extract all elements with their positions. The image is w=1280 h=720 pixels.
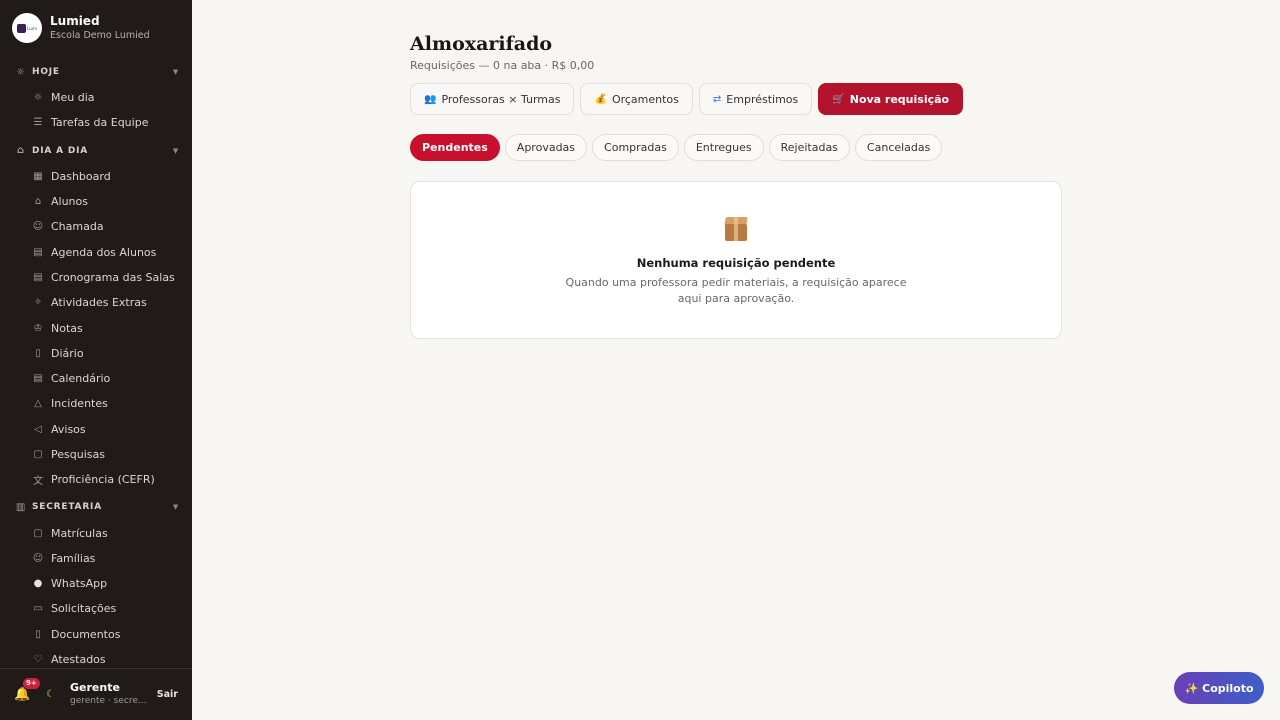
sidebar-item-calendario[interactable]: ▤ Calendário <box>0 366 192 391</box>
chevron-down-icon: ▼ <box>172 146 179 155</box>
sun-icon: ☼ <box>16 66 26 78</box>
sidebar: Lumi Lumied Escola Demo Lumied ☼ HOJE ▼ … <box>0 0 192 720</box>
sidebar-item-documentos[interactable]: ▯ Documentos <box>0 622 192 647</box>
notification-badge: 9+ <box>23 678 40 689</box>
section-hoje[interactable]: ☼ HOJE ▼ <box>0 59 192 85</box>
user-role: gerente · secre... <box>70 696 147 706</box>
sparkle-icon: ✨ <box>1184 681 1199 695</box>
award-icon: ♔ <box>33 322 43 334</box>
section-secretaria[interactable]: ▥ SECRETARIA ▼ <box>0 494 192 520</box>
user-name: Gerente <box>70 681 120 694</box>
brand-name: Lumied <box>50 14 100 28</box>
repeat-icon: ⇄ <box>712 93 722 105</box>
sidebar-item-alunos[interactable]: ⌂ Alunos <box>0 189 192 214</box>
sidebar-item-incidentes[interactable]: △ Incidentes <box>0 391 192 416</box>
graduation-cap-icon: ⌂ <box>17 145 25 157</box>
logout-button[interactable]: Sair <box>157 689 178 700</box>
list-check-icon: ☰ <box>33 117 43 129</box>
chevron-down-icon: ▼ <box>172 503 179 512</box>
emprestimos-button[interactable]: ⇄ Empréstimos <box>698 83 813 115</box>
chat-icon: ● <box>33 578 43 590</box>
professoras-turmas-button[interactable]: 👥 Professoras × Turmas <box>410 83 575 115</box>
sidebar-item-diario[interactable]: ▯ Diário <box>0 341 192 366</box>
money-bag-icon: 💰 <box>594 93 607 105</box>
user-info[interactable]: Gerente gerente · secre... <box>70 681 157 708</box>
sidebar-item-atividades-extras[interactable]: ✧ Atividades Extras <box>0 290 192 315</box>
user-bar: 🔔 9+ ☾ Gerente gerente · secre... Sair <box>0 668 192 720</box>
sidebar-item-avisos[interactable]: ◁ Avisos <box>0 417 192 442</box>
sidebar-item-pesquisas[interactable]: ▢ Pesquisas <box>0 442 192 467</box>
section-dia-a-dia[interactable]: ⌂ DIA A DIA ▼ <box>0 138 192 164</box>
user-check-icon: ☺ <box>32 221 44 233</box>
building-icon: ▥ <box>15 501 27 513</box>
sidebar-item-solicitacoes[interactable]: ▭ Solicitações <box>0 596 192 621</box>
brand-header[interactable]: Lumi Lumied Escola Demo Lumied <box>0 0 192 56</box>
clipboard-icon: ▢ <box>33 449 43 460</box>
sidebar-item-familias[interactable]: ☺ Famílias <box>0 546 192 571</box>
empty-state-card: Nenhuma requisição pendente Quando uma p… <box>410 181 1062 339</box>
sidebar-item-agenda-alunos[interactable]: ▤ Agenda dos Alunos <box>0 239 192 264</box>
megaphone-icon: ◁ <box>34 423 42 435</box>
sparkles-icon: ✧ <box>33 297 43 309</box>
logo-mark-icon <box>17 23 27 33</box>
message-icon: ▭ <box>33 603 43 615</box>
translate-icon: 文 <box>33 476 43 488</box>
tab-canceladas[interactable]: Canceladas <box>854 134 943 161</box>
orcamentos-button[interactable]: 💰 Orçamentos <box>580 83 693 115</box>
graduation-cap-icon: ⌂ <box>34 196 42 208</box>
sidebar-item-whatsapp[interactable]: ● WhatsApp <box>0 571 192 596</box>
package-icon <box>723 216 749 242</box>
page-subtitle: Requisições — 0 na aba · R$ 0,00 <box>410 59 595 72</box>
dark-mode-moon-icon[interactable]: ☾ <box>46 689 60 700</box>
cart-icon: 🛒 <box>832 93 845 105</box>
tab-pendentes[interactable]: Pendentes <box>410 134 500 161</box>
notifications-bell-icon[interactable]: 🔔 9+ <box>14 678 40 702</box>
sidebar-item-notas[interactable]: ♔ Notas <box>0 315 192 340</box>
tab-entregues[interactable]: Entregues <box>683 134 764 161</box>
sidebar-item-meu-dia[interactable]: ☼ Meu dia <box>0 85 192 110</box>
empty-state-title: Nenhuma requisição pendente <box>636 256 836 270</box>
main-content: Almoxarifado Requisições — 0 na aba · R$… <box>410 30 1062 339</box>
copilot-button[interactable]: ✨ Copiloto <box>1174 672 1264 704</box>
chevron-down-icon: ▼ <box>172 68 179 76</box>
sidebar-item-tarefas-equipe[interactable]: ☰ Tarefas da Equipe <box>0 110 192 135</box>
calendar-icon: ▤ <box>33 246 43 258</box>
book-icon: ▯ <box>35 347 41 359</box>
status-tabs: Pendentes Aprovadas Compradas Entregues … <box>410 134 1062 161</box>
sidebar-item-proficiencia[interactable]: 文 Proficiência (CEFR) <box>0 467 192 492</box>
calendar-icon: ▤ <box>33 373 43 385</box>
brand-logo: Lumi <box>12 13 42 43</box>
brand-subtitle: Escola Demo Lumied <box>50 30 150 41</box>
sidebar-item-chamada[interactable]: ☺ Chamada <box>0 214 192 239</box>
logo-text: Lumi <box>27 25 37 31</box>
stethoscope-icon: ♡ <box>33 654 43 666</box>
empty-state-description: Quando uma professora pedir materiais, a… <box>565 276 907 305</box>
sidebar-item-dashboard[interactable]: ▦ Dashboard <box>0 164 192 189</box>
page-title: Almoxarifado <box>410 33 553 55</box>
clipboard-icon: ▢ <box>33 527 43 539</box>
sun-icon: ☼ <box>33 92 43 104</box>
calendar-icon: ▤ <box>33 271 43 283</box>
nova-requisicao-button[interactable]: 🛒 Nova requisição <box>818 83 964 115</box>
grid-icon: ▦ <box>33 170 43 182</box>
people-icon: 👥 <box>424 93 437 105</box>
tab-aprovadas[interactable]: Aprovadas <box>504 134 588 161</box>
sidebar-item-matriculas[interactable]: ▢ Matrículas <box>0 520 192 545</box>
warning-icon: △ <box>34 398 42 410</box>
users-icon: ☺ <box>32 552 44 564</box>
document-icon: ▯ <box>35 628 41 640</box>
sidebar-item-cronograma-salas[interactable]: ▤ Cronograma das Salas <box>0 265 192 290</box>
tab-compradas[interactable]: Compradas <box>592 134 679 161</box>
tab-rejeitadas[interactable]: Rejeitadas <box>768 134 850 161</box>
action-bar: 👥 Professoras × Turmas 💰 Orçamentos ⇄ Empré… <box>410 83 1062 115</box>
sidebar-nav: ☼ HOJE ▼ ☼ Meu dia ☰ Tarefas da Equipe ⌂ D… <box>0 56 192 672</box>
